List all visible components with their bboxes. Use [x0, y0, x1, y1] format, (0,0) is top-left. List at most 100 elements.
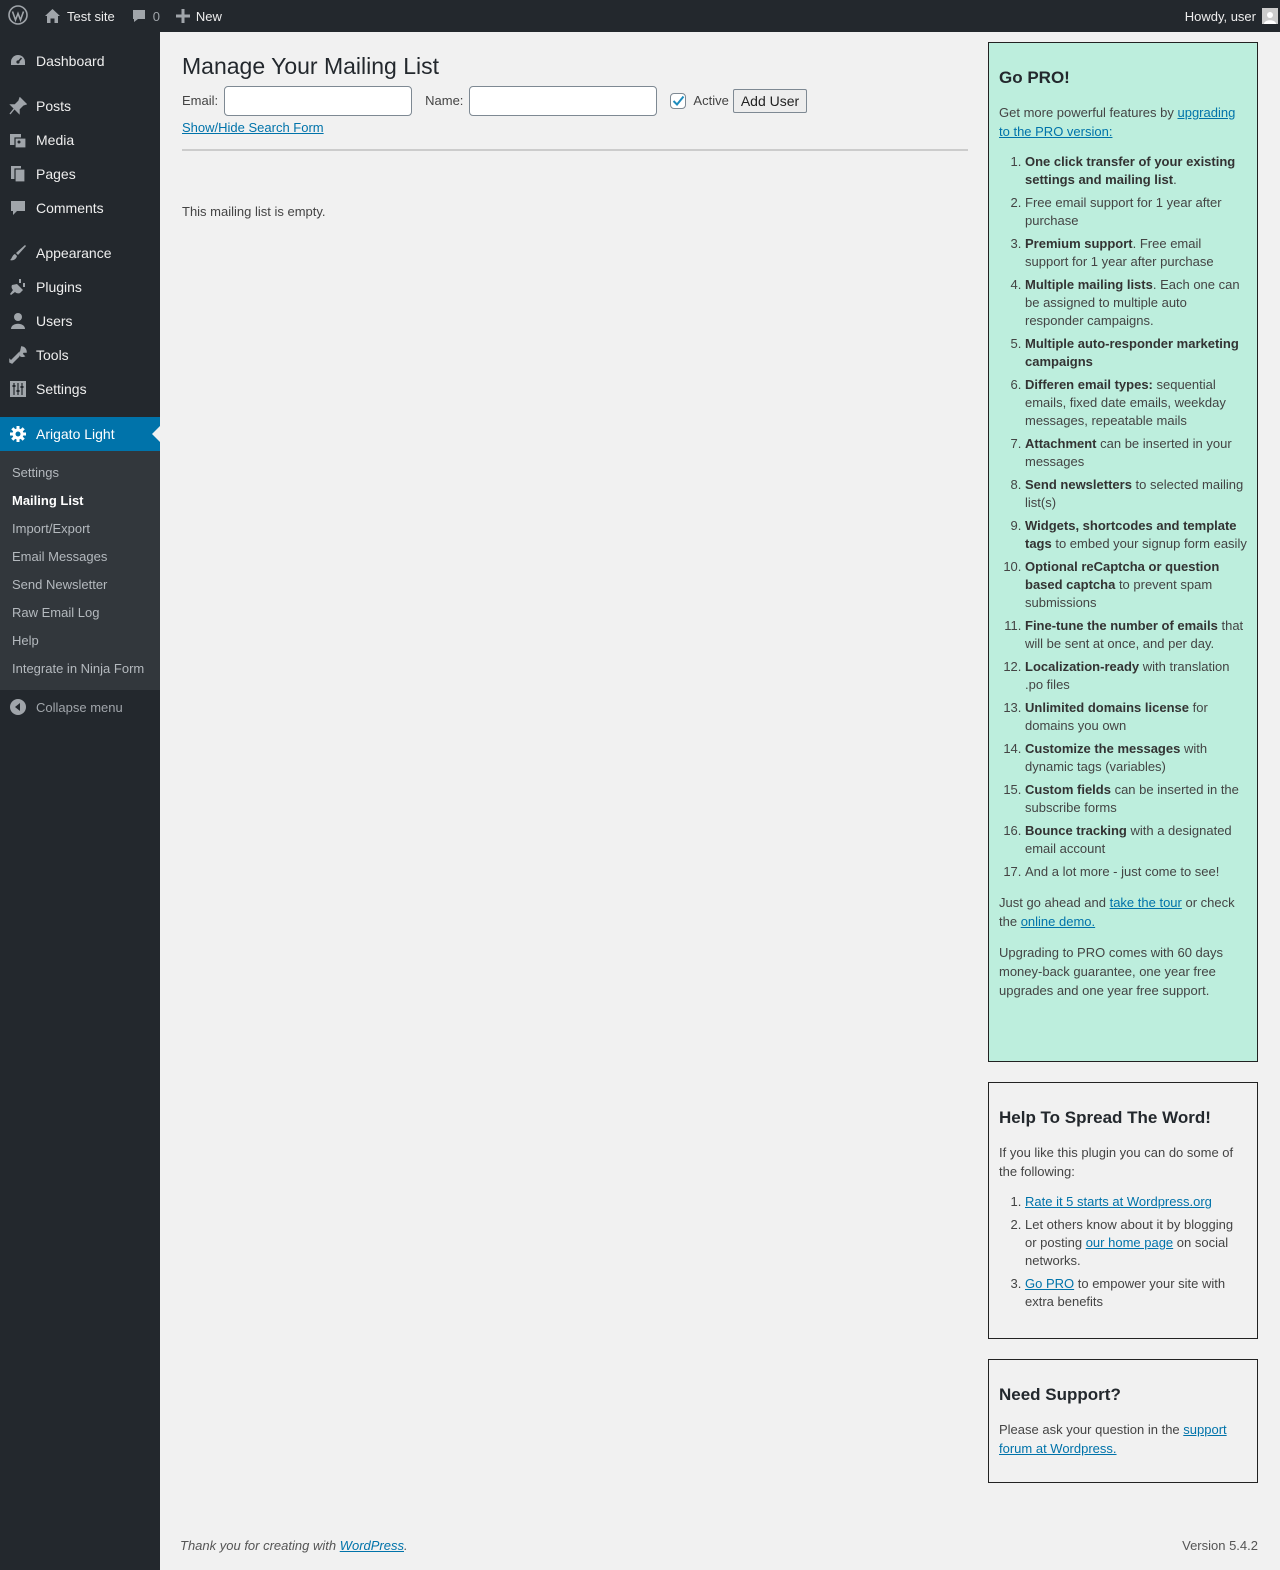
sidebar-item-appearance[interactable]: Appearance: [0, 236, 160, 270]
comment-icon: [131, 8, 147, 24]
plus-icon: [175, 9, 190, 23]
arigato-submenu: Settings Mailing List Import/Export Emai…: [0, 451, 160, 690]
site-name-link[interactable]: Test site: [36, 0, 123, 32]
go-pro-intro: Get more powerful features by upgrading …: [999, 103, 1247, 141]
email-field[interactable]: [224, 85, 413, 116]
sidebar-item-plugins[interactable]: Plugins: [0, 270, 160, 304]
my-account-link[interactable]: Howdy, user: [1177, 0, 1280, 32]
list-item: One click transfer of your existing sett…: [1025, 153, 1247, 189]
submenu-item-help[interactable]: Help: [0, 626, 160, 654]
sidebar-item-label: Settings: [36, 381, 87, 397]
home-icon: [44, 8, 61, 24]
guarantee-text: Upgrading to PRO comes with 60 days mone…: [999, 945, 1223, 998]
feature-bold: Send newsletters: [1025, 477, 1132, 492]
list-item: Let others know about it by blogging or …: [1025, 1216, 1247, 1270]
sidebar-item-posts[interactable]: Posts: [0, 89, 160, 123]
footer: Thank you for creating with WordPress. V…: [180, 1538, 1258, 1553]
gear-icon: [9, 425, 27, 443]
submenu-item-import-export[interactable]: Import/Export: [0, 514, 160, 542]
feature-bold: Customize the messages: [1025, 741, 1181, 756]
feature-bold: Multiple mailing lists: [1025, 277, 1153, 292]
site-name: Test site: [67, 8, 115, 24]
add-user-button[interactable]: Add User: [732, 88, 808, 113]
submenu-item-email-messages[interactable]: Email Messages: [0, 542, 160, 570]
go-pro-link[interactable]: Go PRO: [1025, 1276, 1074, 1291]
list-item: Customize the messages with dynamic tags…: [1025, 740, 1247, 776]
wordpress-link[interactable]: WordPress: [340, 1538, 404, 1553]
dashboard-icon: [9, 52, 27, 70]
sidebar-item-arigato-light[interactable]: Arigato Light: [0, 417, 160, 451]
sidebar-item-dashboard[interactable]: Dashboard: [0, 44, 160, 78]
submenu-item-raw-email-log[interactable]: Raw Email Log: [0, 598, 160, 626]
user-icon: [9, 312, 27, 330]
submenu-item-mailing-list[interactable]: Mailing List: [0, 486, 160, 514]
feature-bold: Fine-tune the number of emails: [1025, 618, 1218, 633]
sidebar-item-tools[interactable]: Tools: [0, 338, 160, 372]
sidebar-item-label: Media: [36, 132, 75, 148]
list-item: Free email support for 1 year after purc…: [1025, 194, 1247, 230]
support-text-body: Please ask your question in the: [999, 1422, 1184, 1437]
active-checkbox[interactable]: [670, 92, 687, 109]
sidebar-item-pages[interactable]: Pages: [0, 157, 160, 191]
pin-icon: [9, 97, 27, 115]
media-icon: [9, 131, 27, 149]
howdy-text: Howdy, user: [1184, 8, 1256, 24]
feature-bold: Differen email types:: [1025, 377, 1153, 392]
show-hide-search-link[interactable]: Show/Hide Search Form: [182, 120, 324, 135]
version-text: Version 5.4.2: [1182, 1538, 1258, 1553]
sidebar-item-label: Comments: [36, 200, 104, 216]
list-item: Widgets, shortcodes and template tags to…: [1025, 517, 1247, 553]
collapse-menu-button[interactable]: Collapse menu: [0, 690, 160, 724]
footer-thanks-period: .: [404, 1538, 408, 1553]
comments-link[interactable]: 0: [123, 0, 168, 32]
feature-bold: Custom fields: [1025, 782, 1111, 797]
empty-list-message: This mailing list is empty.: [182, 203, 326, 219]
list-item: Custom fields can be inserted in the sub…: [1025, 781, 1247, 817]
sidebar-item-comments[interactable]: Comments: [0, 191, 160, 225]
submenu-item-send-newsletter[interactable]: Send Newsletter: [0, 570, 160, 598]
page-title: Manage Your Mailing List: [182, 53, 439, 79]
list-item: Multiple auto-responder marketing campai…: [1025, 335, 1247, 371]
sidebar-item-label: Tools: [36, 347, 69, 363]
rate-plugin-link[interactable]: Rate it 5 starts at Wordpress.org: [1025, 1194, 1212, 1209]
spread-title: Help To Spread The Word!: [999, 1108, 1211, 1127]
submenu-item-settings[interactable]: Settings: [0, 458, 160, 486]
sidebar-item-settings[interactable]: Settings: [0, 372, 160, 406]
feature-list: One click transfer of your existing sett…: [999, 153, 1247, 881]
spread-word-box: Help To Spread The Word! If you like thi…: [988, 1082, 1258, 1339]
wordpress-logo-menu[interactable]: [0, 0, 36, 32]
checkmark-icon: [672, 95, 685, 106]
feature-bold: Attachment: [1025, 436, 1097, 451]
spread-list: Rate it 5 starts at Wordpress.org Let ot…: [999, 1193, 1247, 1311]
go-pro-box: Go PRO! Get more powerful features by up…: [988, 42, 1258, 1062]
sidebar-item-media[interactable]: Media: [0, 123, 160, 157]
feature-bold: Unlimited domains license: [1025, 700, 1189, 715]
list-item: Fine-tune the number of emails that will…: [1025, 617, 1247, 653]
feature-bold: Localization-ready: [1025, 659, 1140, 674]
list-item: Differen email types: sequential emails,…: [1025, 376, 1247, 430]
main-content: Manage Your Mailing List Email: Name: Ac…: [182, 32, 968, 219]
collapse-arrow-icon: [10, 699, 26, 715]
feature-text: Free email support for 1 year after purc…: [1025, 195, 1222, 228]
submenu-item-integrate-ninja-form[interactable]: Integrate in Ninja Form: [0, 654, 160, 682]
active-label: Active: [693, 93, 729, 109]
take-tour-link[interactable]: take the tour: [1110, 895, 1182, 910]
sidebar-item-users[interactable]: Users: [0, 304, 160, 338]
feature-text: And a lot more - just come to see!: [1025, 864, 1220, 879]
feature-bold: Premium support: [1025, 236, 1133, 251]
email-label: Email:: [182, 93, 219, 109]
list-item: Bounce tracking with a designated email …: [1025, 822, 1247, 858]
admin-sidebar: Dashboard Posts Media Pages Comments App…: [0, 32, 160, 1570]
list-item: Premium support. Free email support for …: [1025, 235, 1247, 271]
home-page-link[interactable]: our home page: [1086, 1235, 1173, 1250]
tour-text: Just go ahead and: [999, 895, 1110, 910]
sidebar-item-label: Appearance: [36, 245, 112, 261]
new-content-link[interactable]: New: [168, 0, 230, 32]
name-field[interactable]: [469, 85, 658, 116]
wrench-icon: [9, 346, 27, 364]
online-demo-link[interactable]: online demo.: [1021, 914, 1095, 929]
add-user-form: Email: Name: Active Add User: [182, 85, 968, 116]
feature-text: to embed your signup form easily: [1051, 536, 1247, 551]
list-item: Rate it 5 starts at Wordpress.org: [1025, 1193, 1247, 1211]
list-item: Optional reCaptcha or question based cap…: [1025, 558, 1247, 612]
